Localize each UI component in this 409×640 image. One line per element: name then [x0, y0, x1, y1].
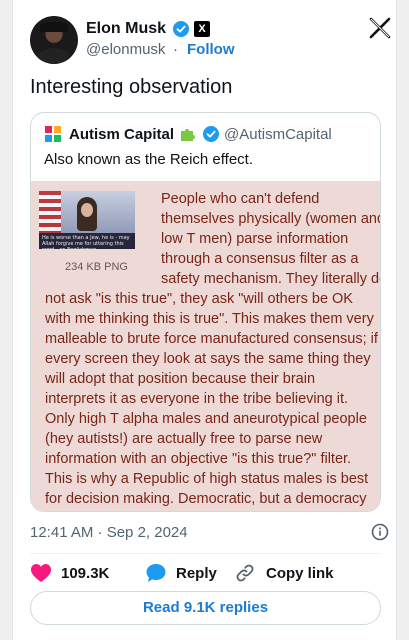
image-text-line: every screen they look at says the same … — [45, 351, 371, 367]
image-text-line: malleable to brute force manufactured co… — [45, 331, 378, 347]
quoted-tweet-text: Also known as the Reich effect. — [44, 151, 254, 168]
thumbnail-image: He is worse than a Jew, he is - may Alla… — [39, 191, 135, 249]
puzzle-icon — [45, 126, 61, 142]
x-affiliation-badge: X — [194, 21, 210, 37]
tweet-card: Elon Musk X @elonmusk · Follow Interesti… — [12, 0, 397, 640]
image-text-line: Only high T alpha males and aneurotypica… — [45, 411, 367, 427]
quoted-author-handle[interactable]: @AutismCapital — [224, 126, 332, 143]
image-text-line: through a consensus filter as a — [161, 251, 359, 267]
separator: · — [173, 41, 178, 58]
author-avatar[interactable] — [30, 16, 78, 64]
puzzle-icon — [181, 129, 195, 141]
verified-badge-icon — [173, 21, 189, 37]
image-text-line: information with an objective "is this t… — [45, 451, 352, 467]
author-name[interactable]: Elon Musk — [86, 20, 166, 38]
info-icon[interactable] — [371, 523, 389, 541]
image-text-line: interprets it as everyone in the tribe b… — [45, 391, 349, 407]
like-count[interactable]: 109.3K — [61, 565, 109, 582]
image-text-line: This is why a Republic of high status ma… — [45, 471, 369, 487]
x-logo-icon[interactable] — [368, 16, 392, 40]
verified-badge-icon — [203, 126, 219, 142]
image-text-line: (hey autists!) are actually free to pars… — [45, 431, 323, 447]
image-text-line: only for those who are free to think. — [45, 511, 272, 512]
follow-link[interactable]: Follow — [187, 41, 235, 58]
link-icon[interactable] — [234, 562, 256, 584]
image-text-line: People who can't defend — [161, 191, 320, 207]
quoted-image[interactable]: He is worse than a Jew, he is - may Alla… — [31, 181, 381, 512]
image-text-line: safety mechanism. They literally do — [161, 271, 381, 287]
tweet-timestamp[interactable]: 12:41 AM · Sep 2, 2024 — [30, 524, 188, 541]
divider — [30, 553, 381, 554]
image-size-label: 234 KB PNG — [65, 261, 128, 273]
image-text-line: themselves physically (women and — [161, 211, 381, 227]
image-text-line: for decision making. Democratic, but a d… — [45, 491, 367, 507]
tweet-text: Interesting observation — [30, 76, 233, 98]
thumbnail-caption: He is worse than a Jew, he is - may Alla… — [39, 233, 135, 249]
quoted-tweet[interactable]: Autism Capital @AutismCapital Also known… — [30, 112, 381, 512]
image-text-line: low T men) parse information — [161, 231, 349, 247]
author-handle[interactable]: @elonmusk — [86, 41, 165, 58]
quoted-author-name[interactable]: Autism Capital — [69, 126, 174, 143]
copy-link-button[interactable]: Copy link — [266, 565, 334, 582]
heart-icon[interactable] — [30, 563, 52, 583]
image-text-line: not ask "is this true", they ask "will o… — [45, 291, 353, 307]
read-replies-button[interactable]: Read 9.1K replies — [30, 591, 381, 625]
image-text-line: with me thinking this is true". This mak… — [45, 311, 374, 327]
reply-bubble-icon[interactable] — [145, 562, 167, 584]
reply-button[interactable]: Reply — [176, 565, 217, 582]
image-text-line: will adopt that position because their b… — [45, 371, 316, 387]
